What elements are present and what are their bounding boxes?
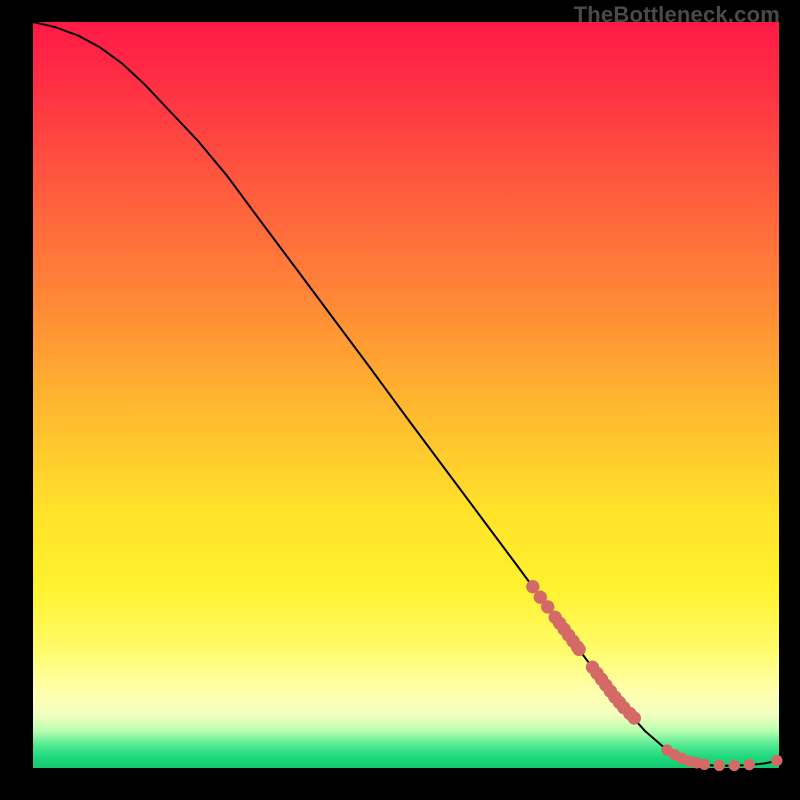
data-marker <box>729 760 740 771</box>
data-marker <box>573 643 586 656</box>
data-marker <box>744 759 755 770</box>
watermark-text: TheBottleneck.com <box>574 2 780 28</box>
data-marker <box>699 759 710 770</box>
data-marker <box>771 755 782 766</box>
marker-group <box>526 580 782 771</box>
data-marker <box>714 760 725 771</box>
curve-line <box>33 22 779 766</box>
chart-svg <box>33 22 779 768</box>
plot-area <box>33 22 779 768</box>
chart-stage: TheBottleneck.com <box>0 0 800 800</box>
data-marker <box>628 712 641 725</box>
